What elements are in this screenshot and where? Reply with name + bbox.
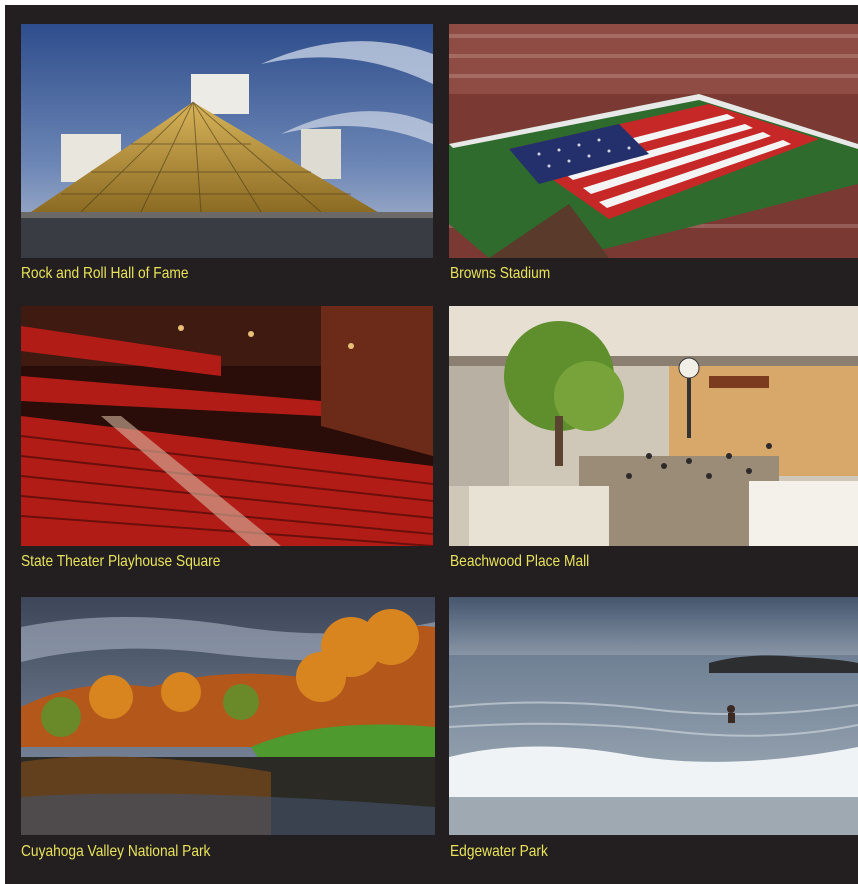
caption-cuyahoga-valley: Cuyahoga Valley National Park bbox=[21, 843, 211, 860]
lake-waves-image bbox=[449, 597, 858, 835]
autumn-park-image bbox=[21, 597, 435, 835]
rock-hall-photo[interactable] bbox=[21, 24, 433, 258]
theater-interior-image bbox=[21, 306, 433, 546]
browns-stadium-photo[interactable] bbox=[449, 24, 858, 258]
cuyahoga-valley-photo[interactable] bbox=[21, 597, 435, 835]
edgewater-park-photo[interactable] bbox=[449, 597, 858, 835]
stadium-flag-image bbox=[449, 24, 858, 258]
beachwood-mall-photo[interactable] bbox=[449, 306, 858, 546]
caption-state-theater: State Theater Playhouse Square bbox=[21, 553, 221, 570]
mall-atrium-image bbox=[449, 306, 858, 546]
caption-edgewater-park: Edgewater Park bbox=[450, 843, 548, 860]
caption-beachwood-mall: Beachwood Place Mall bbox=[450, 553, 590, 570]
caption-rock-hall: Rock and Roll Hall of Fame bbox=[21, 265, 189, 282]
pyramid-building-image bbox=[21, 24, 433, 258]
caption-browns-stadium: Browns Stadium bbox=[450, 265, 551, 282]
state-theater-photo[interactable] bbox=[21, 306, 433, 546]
